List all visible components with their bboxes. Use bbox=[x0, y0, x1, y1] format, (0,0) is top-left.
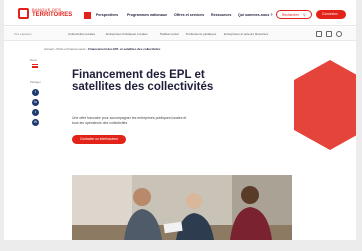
nav-programmes[interactable]: Programmes nationaux bbox=[127, 13, 167, 17]
facebook-icon[interactable]: f bbox=[32, 89, 39, 96]
twitter-icon[interactable]: t bbox=[32, 109, 39, 116]
nav-qui-sommes-nous[interactable]: Qui sommes-nous ? bbox=[238, 13, 273, 17]
decorative-hexagon bbox=[294, 60, 356, 150]
subnav-collectivites[interactable]: Collectivités locales bbox=[68, 32, 95, 36]
nav-perspectives[interactable]: Perspectives bbox=[96, 13, 118, 17]
search-button[interactable]: Rechercher ⚲ bbox=[276, 10, 312, 19]
subnav-epl[interactable]: Entreprises Publiques Locales bbox=[106, 32, 148, 36]
page-description: Une offre bancaire pour accompagner les … bbox=[72, 116, 187, 125]
search-icon: ⚲ bbox=[302, 13, 306, 17]
site-header: BANQUE DES TERRITOIRES Perspectives Prog… bbox=[4, 0, 356, 26]
subnav-habitat-social[interactable]: Habitat social bbox=[160, 32, 179, 36]
breadcrumb-home[interactable]: Accueil bbox=[44, 47, 54, 51]
audience-bar: Vos espaces Collectivités locales Entrep… bbox=[4, 27, 356, 41]
breadcrumb-current: Financement des EPL et satellites des co… bbox=[88, 47, 161, 51]
nav-ressources[interactable]: Ressources bbox=[211, 13, 231, 17]
subnav-entreprises-financiers[interactable]: Entreprises et acteurs financiers bbox=[224, 32, 268, 36]
share-label: Partager bbox=[30, 80, 41, 84]
subnav-vos-espaces[interactable]: Vos espaces bbox=[14, 32, 32, 36]
contrast-icon[interactable] bbox=[336, 31, 342, 37]
brand-logo[interactable]: BANQUE DES TERRITOIRES bbox=[18, 7, 91, 21]
breadcrumb: Accueil › Prêts et financements › Financ… bbox=[44, 47, 161, 51]
nav-offres[interactable]: Offres et services bbox=[174, 13, 204, 17]
hero-photo bbox=[72, 175, 292, 240]
logo-mark-icon bbox=[18, 8, 29, 19]
search-button-label: Rechercher bbox=[282, 13, 300, 17]
email-share-icon[interactable]: ✉ bbox=[32, 119, 39, 126]
logo-square-icon bbox=[84, 12, 91, 19]
accessibility-icon[interactable] bbox=[316, 31, 322, 37]
subnav-professions-juridiques[interactable]: Professions juridiques bbox=[186, 32, 216, 36]
breadcrumb-prets[interactable]: Prêts et financements bbox=[56, 47, 85, 51]
menu-icon[interactable] bbox=[32, 64, 38, 68]
logo-line2: TERRITOIRES bbox=[32, 12, 73, 18]
menu-label: Menu bbox=[30, 58, 37, 62]
contact-button[interactable]: Contacter un interlocuteur bbox=[72, 135, 126, 144]
page-title: Financement des EPL et satellites des co… bbox=[72, 69, 214, 93]
linkedin-icon[interactable]: in bbox=[32, 99, 39, 106]
mail-icon[interactable] bbox=[326, 31, 332, 37]
connect-button[interactable]: Connexion bbox=[316, 10, 346, 19]
browser-page: BANQUE DES TERRITOIRES Perspectives Prog… bbox=[4, 0, 356, 240]
